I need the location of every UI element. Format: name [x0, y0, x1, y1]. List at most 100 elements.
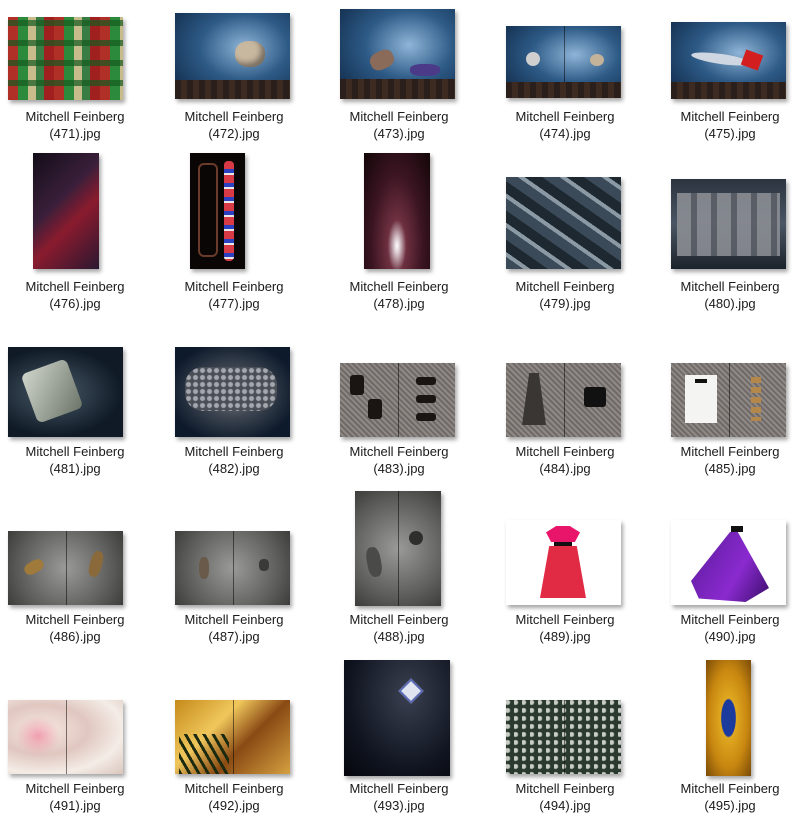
file-tile[interactable]: Mitchell Feinberg (485).jpg: [655, 335, 800, 500]
file-tile[interactable]: Mitchell Feinberg (491).jpg: [0, 672, 150, 837]
file-name[interactable]: Mitchell Feinberg (489).jpg: [490, 611, 640, 645]
file-name-line1: Mitchell Feinberg: [184, 109, 284, 124]
file-name[interactable]: Mitchell Feinberg (480).jpg: [655, 278, 800, 312]
file-name-line2: (491).jpg: [49, 798, 101, 813]
file-tile[interactable]: Mitchell Feinberg (471).jpg: [0, 0, 150, 165]
thumbnail-image[interactable]: [340, 9, 455, 99]
file-name[interactable]: Mitchell Feinberg (476).jpg: [0, 278, 150, 312]
file-tile[interactable]: Mitchell Feinberg (481).jpg: [0, 335, 150, 500]
file-name[interactable]: Mitchell Feinberg (471).jpg: [0, 108, 150, 142]
file-name[interactable]: Mitchell Feinberg (495).jpg: [655, 780, 800, 814]
thumbnail-image[interactable]: [175, 700, 290, 774]
file-name[interactable]: Mitchell Feinberg (475).jpg: [655, 108, 800, 142]
file-name-line2: (492).jpg: [208, 798, 260, 813]
object-shape: [526, 52, 540, 66]
object-shape: [364, 546, 384, 578]
object-shape: [416, 413, 436, 421]
thumbnail-image[interactable]: [506, 700, 621, 774]
file-name-line1: Mitchell Feinberg: [515, 279, 615, 294]
file-name[interactable]: Mitchell Feinberg (487).jpg: [159, 611, 309, 645]
object-shape: [185, 367, 277, 411]
thumbnail-image[interactable]: [364, 153, 430, 269]
thumbnail-image[interactable]: [671, 520, 786, 605]
thumbnail-image[interactable]: [8, 700, 123, 774]
file-tile[interactable]: Mitchell Feinberg (472).jpg: [159, 0, 309, 165]
file-tile[interactable]: Mitchell Feinberg (488).jpg: [324, 488, 474, 653]
file-name[interactable]: Mitchell Feinberg (488).jpg: [324, 611, 474, 645]
file-tile[interactable]: Mitchell Feinberg (478).jpg: [324, 150, 474, 315]
thumbnail-image[interactable]: [33, 153, 99, 269]
file-name-line1: Mitchell Feinberg: [680, 279, 780, 294]
file-name-line2: (494).jpg: [539, 798, 591, 813]
thumbnail-image[interactable]: [344, 660, 450, 776]
object-shape: [410, 64, 440, 76]
file-name[interactable]: Mitchell Feinberg (477).jpg: [159, 278, 309, 312]
thumbnail-image[interactable]: [175, 531, 290, 605]
file-name[interactable]: Mitchell Feinberg (481).jpg: [0, 443, 150, 477]
object-shape: [695, 379, 707, 383]
file-name-line2: (493).jpg: [373, 798, 425, 813]
file-name-line1: Mitchell Feinberg: [680, 612, 780, 627]
file-name-line1: Mitchell Feinberg: [25, 444, 125, 459]
thumbnail-image[interactable]: [8, 347, 123, 437]
file-name-line2: (495).jpg: [704, 798, 756, 813]
file-name[interactable]: Mitchell Feinberg (493).jpg: [324, 780, 474, 814]
thumbnail-image[interactable]: [506, 363, 621, 437]
thumbnail-image[interactable]: [340, 363, 455, 437]
file-tile[interactable]: Mitchell Feinberg (480).jpg: [655, 150, 800, 315]
file-name[interactable]: Mitchell Feinberg (485).jpg: [655, 443, 800, 477]
file-tile[interactable]: Mitchell Feinberg (495).jpg: [655, 657, 800, 822]
file-tile[interactable]: Mitchell Feinberg (492).jpg: [159, 672, 309, 837]
file-name[interactable]: Mitchell Feinberg (494).jpg: [490, 780, 640, 814]
thumbnail-image[interactable]: [671, 363, 786, 437]
file-tile[interactable]: Mitchell Feinberg (482).jpg: [159, 335, 309, 500]
object-shape: [20, 358, 84, 424]
file-tile[interactable]: Mitchell Feinberg (479).jpg: [490, 150, 640, 315]
file-name[interactable]: Mitchell Feinberg (491).jpg: [0, 780, 150, 814]
file-name[interactable]: Mitchell Feinberg (484).jpg: [490, 443, 640, 477]
thumbnail-image[interactable]: [671, 179, 786, 269]
file-name-line1: Mitchell Feinberg: [515, 612, 615, 627]
file-tile[interactable]: Mitchell Feinberg (487).jpg: [159, 503, 309, 668]
file-name[interactable]: Mitchell Feinberg (478).jpg: [324, 278, 474, 312]
file-tile[interactable]: Mitchell Feinberg (489).jpg: [490, 503, 640, 668]
thumbnail-image[interactable]: [190, 153, 245, 269]
file-name-line1: Mitchell Feinberg: [25, 781, 125, 796]
file-tile[interactable]: Mitchell Feinberg (476).jpg: [0, 150, 150, 315]
file-name[interactable]: Mitchell Feinberg (486).jpg: [0, 611, 150, 645]
file-tile[interactable]: Mitchell Feinberg (473).jpg: [324, 0, 474, 165]
file-tile[interactable]: Mitchell Feinberg (486).jpg: [0, 503, 150, 668]
thumbnail-image[interactable]: [706, 660, 751, 776]
thumbnail-image[interactable]: [8, 531, 123, 605]
file-name[interactable]: Mitchell Feinberg (479).jpg: [490, 278, 640, 312]
object-shape: [554, 542, 572, 546]
file-tile[interactable]: Mitchell Feinberg (490).jpg: [655, 503, 800, 668]
file-name[interactable]: Mitchell Feinberg (490).jpg: [655, 611, 800, 645]
thumbnail-image[interactable]: [355, 491, 441, 606]
file-tile[interactable]: Mitchell Feinberg (484).jpg: [490, 335, 640, 500]
file-name[interactable]: Mitchell Feinberg (482).jpg: [159, 443, 309, 477]
file-name[interactable]: Mitchell Feinberg (472).jpg: [159, 108, 309, 142]
thumbnail-image[interactable]: [175, 13, 290, 99]
file-name[interactable]: Mitchell Feinberg (492).jpg: [159, 780, 309, 814]
thumbnail-frame: [159, 335, 309, 440]
file-tile[interactable]: Mitchell Feinberg (494).jpg: [490, 672, 640, 837]
file-tile[interactable]: Mitchell Feinberg (483).jpg: [324, 335, 474, 500]
file-tile[interactable]: Mitchell Feinberg (477).jpg: [159, 150, 309, 315]
file-name[interactable]: Mitchell Feinberg (483).jpg: [324, 443, 474, 477]
file-tile[interactable]: Mitchell Feinberg (474).jpg: [490, 0, 640, 165]
thumbnail-image[interactable]: [8, 17, 123, 100]
thumbnail-image[interactable]: [175, 347, 290, 437]
roof-shape: [175, 80, 290, 99]
file-tile[interactable]: Mitchell Feinberg (493).jpg: [324, 657, 474, 822]
file-name[interactable]: Mitchell Feinberg (473).jpg: [324, 108, 474, 142]
thumbnail-image[interactable]: [506, 177, 621, 269]
file-name[interactable]: Mitchell Feinberg (474).jpg: [490, 108, 640, 142]
thumbnail-frame: [0, 335, 150, 440]
thumbnail-image[interactable]: [506, 520, 621, 605]
thumbnail-frame: [655, 657, 800, 776]
file-name-line1: Mitchell Feinberg: [25, 109, 125, 124]
file-tile[interactable]: Mitchell Feinberg (475).jpg: [655, 0, 800, 165]
thumbnail-image[interactable]: [671, 22, 786, 99]
thumbnail-image[interactable]: [506, 26, 621, 98]
